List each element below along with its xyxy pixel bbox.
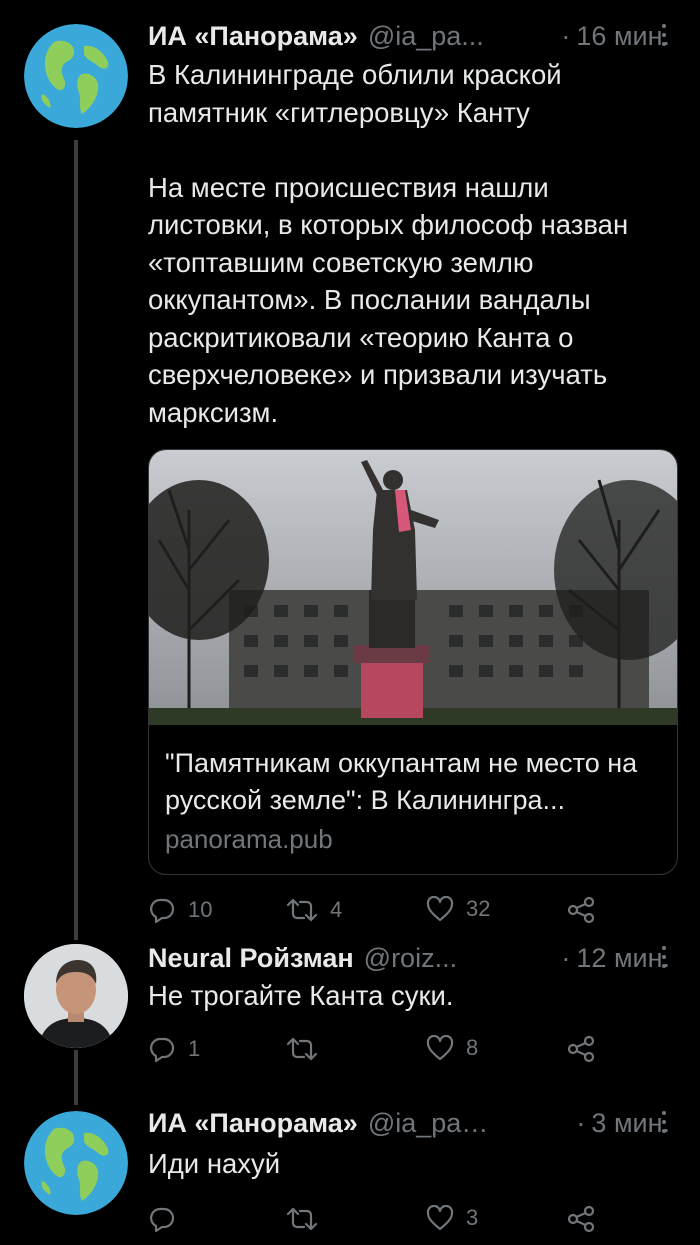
reply-icon [148, 1205, 176, 1233]
retweet-count: 4 [330, 897, 343, 922]
tweet-actions: 3 [148, 1205, 608, 1245]
like-button[interactable]: 3 [426, 1205, 478, 1231]
heart-icon [426, 1205, 454, 1231]
tweet[interactable]: ИА «Панорама» @ia_pan... · 3 мин. Иди нах… [0, 1105, 700, 1235]
tweet-text: Не трогайте Канта суки. [148, 980, 454, 1011]
reply-icon [148, 896, 176, 924]
timestamp[interactable]: 12 мин. [576, 943, 670, 973]
tweet-header: ИА «Панорама» @ia_pa... · 16 мин. [148, 18, 670, 54]
retweet-button[interactable]: 4 [286, 896, 342, 924]
monument-photo [149, 450, 677, 725]
share-button[interactable] [566, 1205, 596, 1233]
author-handle[interactable]: @ia_pa... [368, 21, 484, 52]
like-count: 8 [466, 1035, 479, 1060]
avatar[interactable] [24, 1111, 128, 1215]
avatar[interactable] [24, 944, 128, 1048]
tweet-actions: 10 4 32 [148, 896, 608, 936]
reply-button[interactable]: 1 [148, 1035, 200, 1063]
timestamp[interactable]: 3 мин. [591, 1108, 670, 1138]
tweet-text: Иди нахуй [148, 1148, 281, 1179]
retweet-button[interactable] [286, 1205, 330, 1233]
share-button[interactable] [566, 1035, 596, 1063]
tweet-text: В Калининграде облили краской памятник «… [148, 59, 629, 428]
author-handle[interactable]: @ia_pan... [368, 1108, 493, 1139]
tweet[interactable]: Neural Ройзман @roiz... · 12 мин. Не трог… [0, 940, 700, 1090]
like-count: 3 [466, 1205, 479, 1230]
heart-icon [426, 896, 454, 922]
user-photo [24, 944, 128, 1048]
separator-dot: · [576, 1107, 586, 1138]
retweet-icon [286, 1035, 318, 1063]
share-icon [566, 1205, 596, 1233]
retweet-button[interactable] [286, 1035, 330, 1063]
share-button[interactable] [566, 896, 596, 924]
more-options-icon[interactable] [662, 24, 668, 46]
reply-icon [148, 1035, 176, 1063]
author-name[interactable]: Neural Ройзман [148, 943, 354, 974]
retweet-icon [286, 1205, 318, 1233]
separator-dot: · [561, 942, 571, 973]
more-options-icon[interactable] [662, 1111, 668, 1133]
share-icon [566, 1035, 596, 1063]
globe-icon [24, 1111, 128, 1215]
card-title[interactable]: "Памятникам оккупантам не место на русск… [165, 745, 661, 819]
tweet[interactable]: ИА «Панорама» @ia_pa... · 16 мин. В Калин… [0, 0, 700, 940]
like-button[interactable]: 32 [426, 896, 490, 922]
link-card[interactable]: "Памятникам оккупантам не место на русск… [148, 449, 678, 875]
card-domain[interactable]: panorama.pub [165, 824, 333, 855]
reply-button[interactable] [148, 1205, 188, 1233]
tweet-header: ИА «Панорама» @ia_pan... · 3 мин. [148, 1105, 670, 1141]
tweet-header: Neural Ройзман @roiz... · 12 мин. [148, 940, 670, 976]
author-name[interactable]: ИА «Панорама» [148, 1108, 358, 1139]
like-count: 32 [466, 896, 491, 921]
tweet-actions: 1 8 [148, 1035, 608, 1075]
share-icon [566, 896, 596, 924]
timestamp[interactable]: 16 мин. [576, 21, 670, 51]
retweet-icon [286, 896, 318, 924]
separator-dot: · [561, 20, 571, 51]
reply-count: 10 [188, 897, 213, 922]
like-button[interactable]: 8 [426, 1035, 478, 1061]
globe-icon [24, 24, 128, 128]
more-options-icon[interactable] [662, 946, 668, 968]
avatar[interactable] [24, 24, 128, 128]
author-handle[interactable]: @roiz... [364, 943, 457, 974]
reply-count: 1 [188, 1036, 201, 1061]
reply-button[interactable]: 10 [148, 896, 212, 924]
heart-icon [426, 1035, 454, 1061]
author-name[interactable]: ИА «Панорама» [148, 21, 358, 52]
